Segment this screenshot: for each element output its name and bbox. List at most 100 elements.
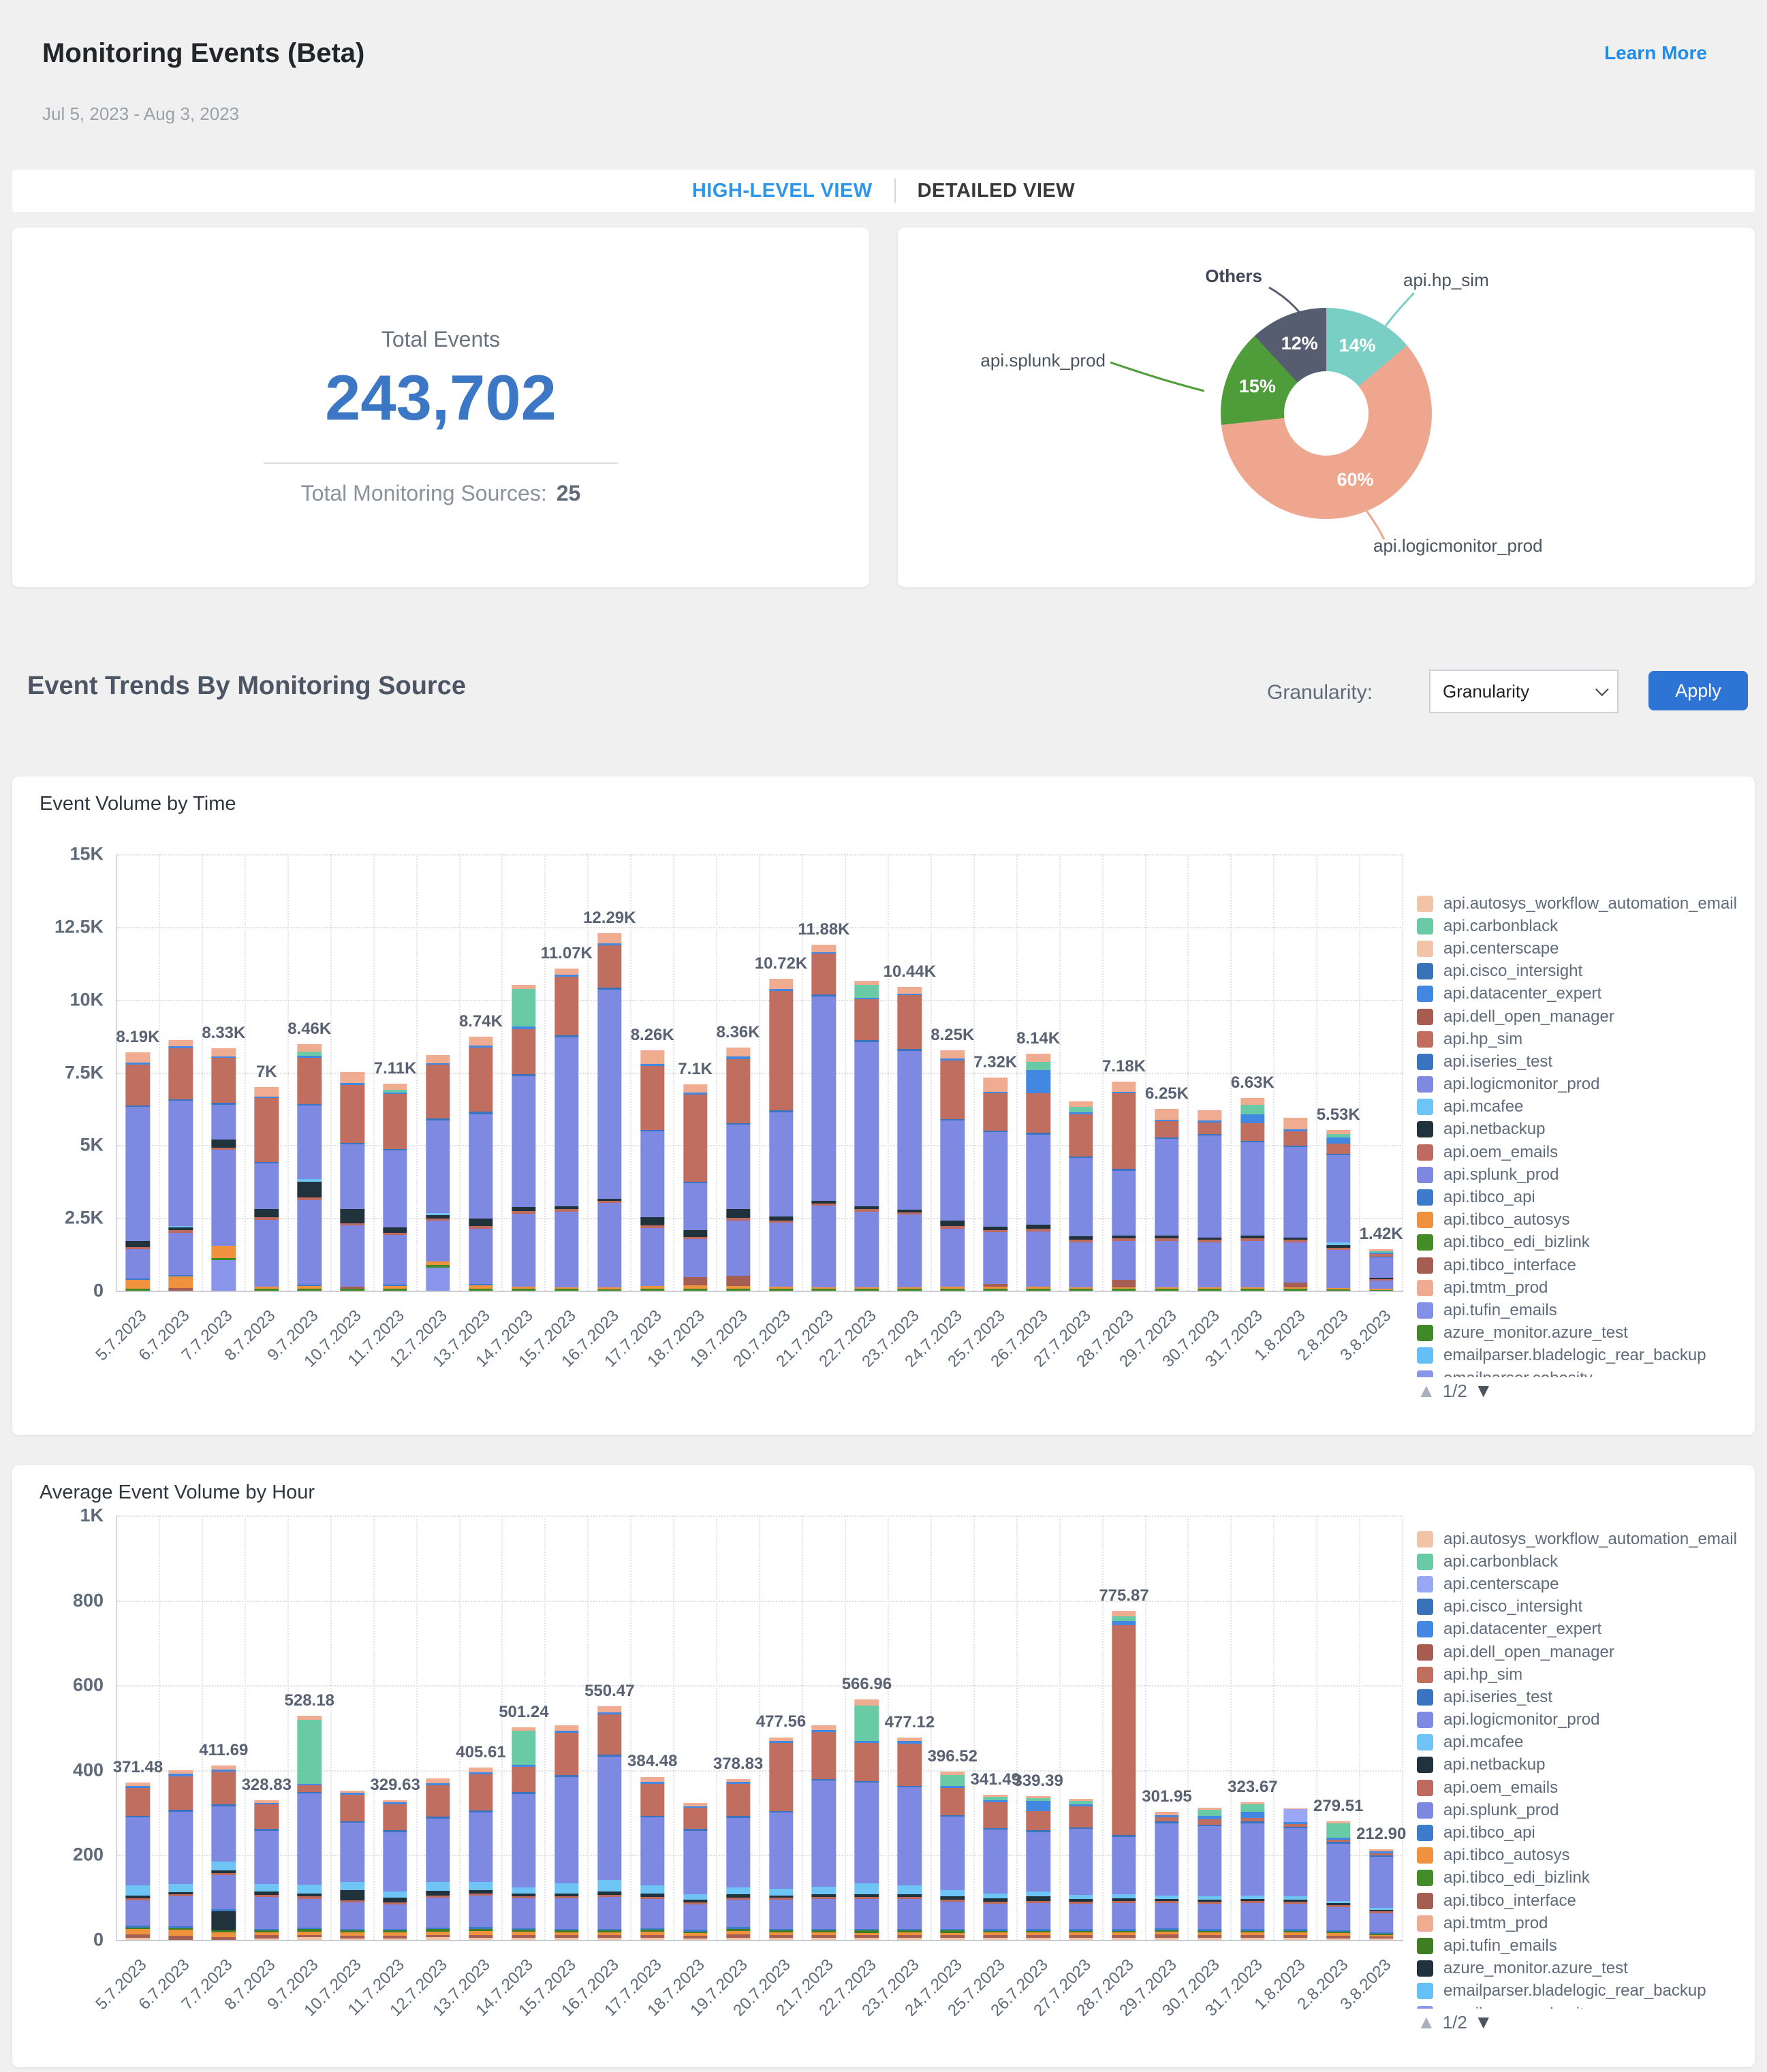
events-by-source-donut[interactable]: 14% 60% 15% 12% (1221, 308, 1432, 519)
legend-item-api.hp_sim[interactable]: api.hp_sim (1417, 1028, 1748, 1050)
donut-label-logicmonitor-prod[interactable]: api.logicmonitor_prod (1373, 535, 1543, 556)
stacked-bar-12.7.2023[interactable] (426, 1778, 450, 1940)
donut-label-others[interactable]: Others (1123, 266, 1262, 287)
legend-item-api.mcafee[interactable]: api.mcafee (1417, 1096, 1748, 1118)
legend-item-api.carbonblack[interactable]: api.carbonblack (1417, 915, 1748, 937)
legend-item-api.tibco_edi_bizlink[interactable]: api.tibco_edi_bizlink (1417, 1231, 1748, 1254)
stacked-bar-29.7.2023[interactable] (1155, 1811, 1179, 1940)
stacked-bar-20.7.2023[interactable] (768, 978, 794, 1291)
stacked-bar-6.7.2023[interactable] (168, 1039, 193, 1291)
legend-item-api.iseries_test[interactable]: api.iseries_test (1417, 1686, 1748, 1708)
legend-item-api.oem_emails[interactable]: api.oem_emails (1417, 1776, 1748, 1799)
stacked-bar-19.7.2023[interactable] (725, 1779, 751, 1940)
stacked-bar-10.7.2023[interactable] (340, 1071, 364, 1291)
legend-item-api.tibco_interface[interactable]: api.tibco_interface (1417, 1889, 1748, 1912)
legend-item-api.logicmonitor_prod[interactable]: api.logicmonitor_prod (1417, 1709, 1748, 1731)
stacked-bar-9.7.2023[interactable] (297, 1716, 322, 1940)
legend-item-api.splunk_prod[interactable]: api.splunk_prod (1417, 1799, 1748, 1821)
stacked-bar-14.7.2023[interactable] (512, 1727, 536, 1940)
stacked-bar-23.7.2023[interactable] (897, 1737, 922, 1940)
legend-item-api.tmtm_prod[interactable]: api.tmtm_prod (1417, 1912, 1748, 1934)
apply-button[interactable]: Apply (1648, 671, 1748, 710)
legend-item-api.dell_open_manager[interactable]: api.dell_open_manager (1417, 1641, 1748, 1663)
legend-item-api.tibco_api[interactable]: api.tibco_api (1417, 1821, 1748, 1844)
stacked-bar-15.7.2023[interactable] (554, 968, 579, 1291)
legend-page-down-icon[interactable]: ▼ (1474, 2011, 1493, 2033)
legend-item-api.cisco_intersight[interactable]: api.cisco_intersight (1417, 1596, 1748, 1618)
tab-high-level-view[interactable]: HIGH-LEVEL VIEW (692, 180, 873, 202)
legend-item-api.carbonblack[interactable]: api.carbonblack (1417, 1550, 1748, 1573)
legend-item-api.iseries_test[interactable]: api.iseries_test (1417, 1050, 1748, 1073)
legend-item-api.netbackup[interactable]: api.netbackup (1417, 1754, 1748, 1776)
stacked-bar-31.7.2023[interactable] (1240, 1802, 1265, 1940)
legend-item-api.datacenter_expert[interactable]: api.datacenter_expert (1417, 1618, 1748, 1641)
legend-item-api.dell_open_manager[interactable]: api.dell_open_manager (1417, 1005, 1748, 1028)
stacked-bar-28.7.2023[interactable] (1112, 1610, 1136, 1940)
stacked-bar-17.7.2023[interactable] (640, 1050, 665, 1291)
stacked-bar-23.7.2023[interactable] (897, 986, 922, 1291)
stacked-bar-22.7.2023[interactable] (854, 1699, 879, 1940)
stacked-bar-20.7.2023[interactable] (768, 1737, 794, 1940)
stacked-bar-26.7.2023[interactable] (1026, 1795, 1050, 1940)
stacked-bar-5.7.2023[interactable] (125, 1052, 151, 1291)
legend-item-api.logicmonitor_prod[interactable]: api.logicmonitor_prod (1417, 1073, 1748, 1096)
legend-page-down-icon[interactable]: ▼ (1474, 1380, 1493, 1402)
legend-item-api.autosys_workflow_automation_email[interactable]: api.autosys_workflow_automation_email (1417, 1528, 1748, 1550)
stacked-bar-7.7.2023[interactable] (211, 1048, 236, 1291)
stacked-bar-28.7.2023[interactable] (1112, 1082, 1136, 1291)
legend-page-up-icon[interactable]: ▲ (1417, 2011, 1436, 2033)
stacked-bar-6.7.2023[interactable] (168, 1770, 193, 1940)
legend-item-emailparser.cohesity[interactable]: emailparser.cohesity (1417, 1367, 1748, 1377)
legend-item-api.centerscape[interactable]: api.centerscape (1417, 1573, 1748, 1595)
stacked-bar-24.7.2023[interactable] (940, 1050, 965, 1291)
legend-item-api.hp_sim[interactable]: api.hp_sim (1417, 1663, 1748, 1686)
legend-item-api.centerscape[interactable]: api.centerscape (1417, 937, 1748, 960)
stacked-bar-15.7.2023[interactable] (554, 1725, 579, 1940)
stacked-bar-13.7.2023[interactable] (469, 1768, 493, 1940)
stacked-bar-31.7.2023[interactable] (1240, 1097, 1265, 1291)
stacked-bar-10.7.2023[interactable] (340, 1790, 364, 1940)
stacked-bar-25.7.2023[interactable] (983, 1078, 1007, 1291)
stacked-bar-3.8.2023[interactable] (1369, 1849, 1394, 1940)
donut-label-hp-sim[interactable]: api.hp_sim (1403, 270, 1489, 291)
stacked-bar-12.7.2023[interactable] (426, 1054, 450, 1291)
stacked-bar-27.7.2023[interactable] (1069, 1799, 1093, 1940)
stacked-bar-25.7.2023[interactable] (983, 1795, 1007, 1940)
stacked-bar-2.8.2023[interactable] (1326, 1821, 1351, 1940)
stacked-bar-19.7.2023[interactable] (725, 1047, 751, 1291)
stacked-bar-18.7.2023[interactable] (683, 1084, 708, 1291)
stacked-bar-22.7.2023[interactable] (854, 980, 879, 1291)
legend-item-api.tufin_emails[interactable]: api.tufin_emails (1417, 1299, 1748, 1321)
legend-item-api.tibco_autosys[interactable]: api.tibco_autosys (1417, 1845, 1748, 1867)
learn-more-link[interactable]: Learn More (1604, 42, 1707, 64)
stacked-bar-17.7.2023[interactable] (640, 1776, 665, 1940)
stacked-bar-30.7.2023[interactable] (1198, 1807, 1222, 1940)
legend-item-api.tibco_autosys[interactable]: api.tibco_autosys (1417, 1209, 1748, 1231)
stacked-bar-2.8.2023[interactable] (1326, 1129, 1351, 1291)
stacked-bar-21.7.2023[interactable] (811, 1725, 836, 1940)
stacked-bar-13.7.2023[interactable] (469, 1036, 493, 1291)
legend-item-api.netbackup[interactable]: api.netbackup (1417, 1118, 1748, 1141)
legend-item-azure_monitor.azure_test[interactable]: azure_monitor.azure_test (1417, 1322, 1748, 1345)
stacked-bar-8.7.2023[interactable] (254, 1086, 279, 1291)
stacked-bar-11.7.2023[interactable] (383, 1800, 407, 1940)
legend-page-up-icon[interactable]: ▲ (1417, 1380, 1436, 1402)
legend-item-api.tmtm_prod[interactable]: api.tmtm_prod (1417, 1276, 1748, 1299)
donut-label-splunk-prod[interactable]: api.splunk_prod (932, 350, 1106, 371)
stacked-bar-14.7.2023[interactable] (512, 985, 536, 1291)
legend-item-emailparser.bladelogic_rear_backup[interactable]: emailparser.bladelogic_rear_backup (1417, 1345, 1748, 1367)
legend-item-api.autosys_workflow_automation_email[interactable]: api.autosys_workflow_automation_email (1417, 892, 1748, 915)
legend-item-azure_monitor.azure_test[interactable]: azure_monitor.azure_test (1417, 1958, 1748, 1980)
stacked-bar-7.7.2023[interactable] (211, 1765, 236, 1940)
stacked-bar-8.7.2023[interactable] (254, 1800, 279, 1940)
stacked-bar-1.8.2023[interactable] (1283, 1117, 1308, 1291)
legend-item-api.mcafee[interactable]: api.mcafee (1417, 1731, 1748, 1754)
legend-item-api.tufin_emails[interactable]: api.tufin_emails (1417, 1934, 1748, 1957)
legend-item-api.cisco_intersight[interactable]: api.cisco_intersight (1417, 960, 1748, 983)
stacked-bar-27.7.2023[interactable] (1069, 1101, 1093, 1291)
legend-item-api.datacenter_expert[interactable]: api.datacenter_expert (1417, 983, 1748, 1005)
stacked-bar-11.7.2023[interactable] (383, 1084, 407, 1291)
granularity-select[interactable]: Granularity (1428, 669, 1619, 714)
stacked-bar-16.7.2023[interactable] (597, 932, 622, 1291)
legend-item-api.splunk_prod[interactable]: api.splunk_prod (1417, 1163, 1748, 1186)
